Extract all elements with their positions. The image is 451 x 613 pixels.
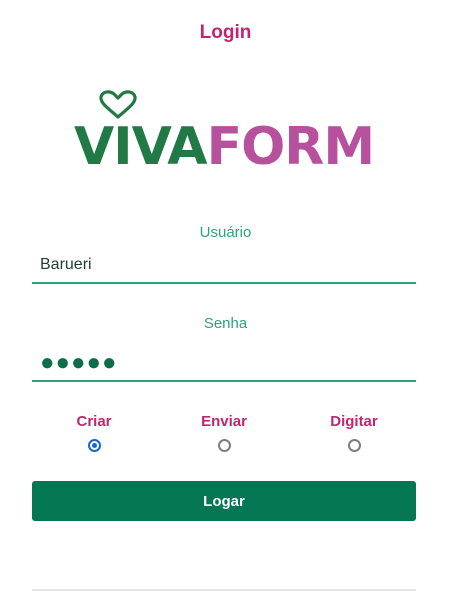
password-input[interactable] <box>32 346 416 382</box>
username-input[interactable] <box>32 248 416 284</box>
svg-text:VIVAFORMS: VIVAFORMS <box>74 117 378 172</box>
logo-text-forms: FORMS <box>207 117 378 172</box>
logo-text-viva: VIVA <box>74 117 207 172</box>
password-label: Senha <box>203 315 248 332</box>
radio-criar[interactable] <box>87 439 101 452</box>
radio-enviar[interactable] <box>217 439 231 452</box>
vivaforms-logo: VIVAFORMS <box>74 90 378 172</box>
bottom-divider <box>32 589 416 591</box>
radio-option-enviar[interactable]: Enviar <box>162 412 286 460</box>
radio-label-digitar: Digitar <box>330 413 378 430</box>
mode-radio-group: Criar Enviar Digitar <box>32 412 416 460</box>
radio-label-criar: Criar <box>76 413 112 430</box>
radio-digitar[interactable] <box>347 439 361 452</box>
page-title: Login <box>199 22 252 43</box>
radio-option-criar[interactable]: Criar <box>32 412 156 460</box>
username-label: Usuário <box>199 224 252 241</box>
login-button[interactable]: Logar <box>32 481 416 521</box>
radio-option-digitar[interactable]: Digitar <box>292 412 416 460</box>
radio-label-enviar: Enviar <box>201 413 247 430</box>
heart-outline-icon <box>99 90 137 119</box>
